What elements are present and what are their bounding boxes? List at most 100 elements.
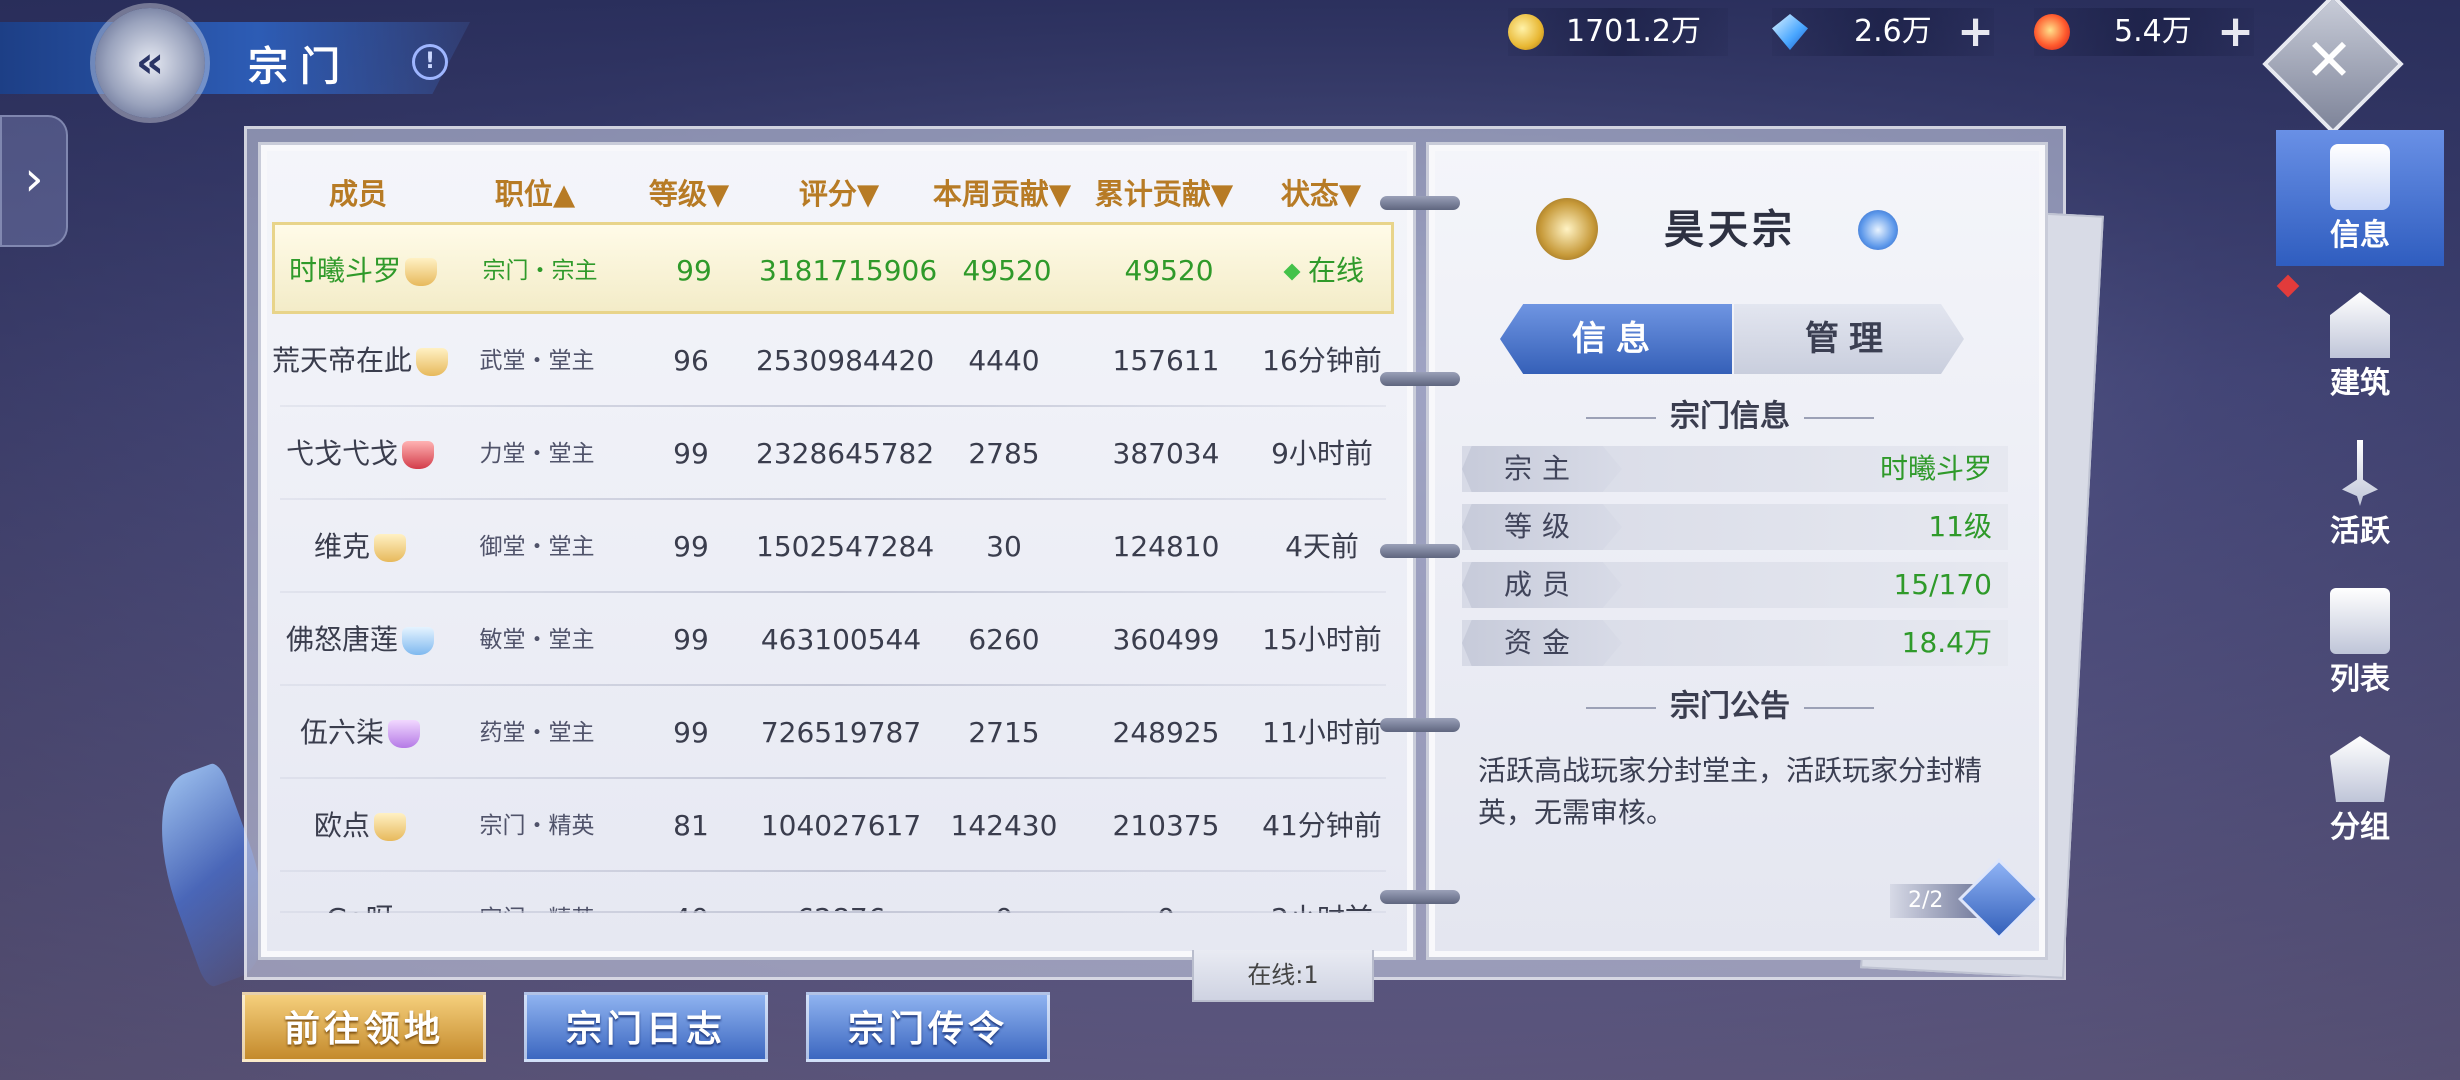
title-badge-icon <box>405 258 437 286</box>
member-position: 宗门・精英 <box>448 780 626 872</box>
add-diamond-button[interactable]: + <box>1957 8 1994 56</box>
col-total-contrib[interactable]: 累计贡献▼ <box>1080 168 1248 220</box>
table-row[interactable]: 荒天帝在此 武堂・堂主 96 2530984420 4440 157611 16分钟前 <box>272 315 1394 407</box>
member-total-contrib-text: 210375 <box>1112 809 1220 842</box>
member-week-contrib: 6260 <box>926 594 1082 686</box>
info-row-members: 成员 15/170 <box>1462 562 2008 608</box>
go-territory-button[interactable]: 前往领地 <box>242 992 486 1062</box>
member-status-text: 在线 <box>1307 254 1364 287</box>
member-status: 4天前 <box>1250 501 1394 593</box>
add-fire-button[interactable]: + <box>2217 8 2254 56</box>
member-position-text: 宗门・宗主 <box>482 258 598 284</box>
member-week-contrib: 49520 <box>929 225 1085 317</box>
member-total-contrib: 248925 <box>1082 687 1250 779</box>
member-level: 99 <box>629 225 759 317</box>
nav-group[interactable]: 分组 <box>2276 722 2444 858</box>
member-position: 药堂・堂主 <box>448 687 626 779</box>
member-level-text: 99 <box>676 254 712 287</box>
nav-list[interactable]: 列表 <box>2276 574 2444 710</box>
table-row[interactable]: 伍六柒 药堂・堂主 99 726519787 2715 248925 11小时前 <box>272 687 1394 779</box>
member-name: 伍六柒 <box>272 687 448 779</box>
member-status-text: 9小时前 <box>1271 437 1373 470</box>
activity-icon <box>2342 440 2378 506</box>
col-position[interactable]: 职位▲ <box>446 168 624 220</box>
col-score[interactable]: 评分▼ <box>754 168 924 220</box>
member-score: 3181715906 <box>759 225 937 317</box>
guild-tabs: 信息 管理 <box>1500 304 1964 374</box>
member-total-contrib: 387034 <box>1082 408 1250 500</box>
member-total-contrib: 49520 <box>1085 225 1253 317</box>
member-total-contrib: 210375 <box>1082 780 1250 872</box>
nav-label: 建筑 <box>2330 366 2390 401</box>
member-position: 宗门・精英 <box>448 873 626 913</box>
table-row[interactable]: 时曦斗罗 宗门・宗主 99 3181715906 49520 49520 在线 <box>272 222 1394 314</box>
member-total-contrib-text: 360499 <box>1112 623 1220 656</box>
member-score-text: 3181715906 <box>759 254 938 287</box>
title-badge-icon <box>416 348 449 376</box>
member-name: Gg呀 <box>272 873 448 913</box>
member-position-text: 宗门・精英 <box>479 813 595 839</box>
help-icon[interactable]: ! <box>412 44 448 80</box>
member-level: 99 <box>626 408 756 500</box>
nav-activity[interactable]: 活跃 <box>2276 426 2444 562</box>
row-divider <box>280 870 1386 872</box>
title-badge-icon <box>402 627 434 655</box>
fire-gem-icon <box>2034 14 2070 50</box>
member-level: 99 <box>626 594 756 686</box>
col-status[interactable]: 状态▼ <box>1248 168 1394 220</box>
title-badge-icon <box>374 534 406 562</box>
col-week-contrib[interactable]: 本周贡献▼ <box>924 168 1080 220</box>
member-position: 御堂・堂主 <box>448 501 626 593</box>
nav-building[interactable]: 建筑 <box>2276 278 2444 414</box>
member-level: 99 <box>626 501 756 593</box>
table-row[interactable]: 欧点 宗门・精英 81 104027617 142430 210375 41分钟前 <box>272 780 1394 872</box>
member-score: 463100544 <box>756 594 926 686</box>
guild-order-button[interactable]: 宗门传令 <box>806 992 1050 1062</box>
member-score: 726519787 <box>756 687 926 779</box>
member-total-contrib: 157611 <box>1082 315 1250 407</box>
member-status: 41分钟前 <box>1250 780 1394 872</box>
member-level: 81 <box>626 780 756 872</box>
member-week-contrib-text: 2785 <box>968 437 1040 470</box>
list-icon <box>2330 588 2390 654</box>
edit-name-icon[interactable] <box>1858 210 1898 250</box>
member-week-contrib: 2715 <box>926 687 1082 779</box>
member-score-text: 1502547284 <box>756 530 935 563</box>
info-label: 资金 <box>1462 620 1622 666</box>
online-indicator-icon <box>1283 263 1301 281</box>
member-week-contrib-text: 6260 <box>968 623 1040 656</box>
col-member[interactable]: 成员 <box>270 168 446 220</box>
table-row[interactable]: 佛怒唐莲 敏堂・堂主 99 463100544 6260 360499 15小时前 <box>272 594 1394 686</box>
info-label: 成员 <box>1462 562 1622 608</box>
back-button[interactable]: « <box>95 8 205 118</box>
member-position: 宗门・宗主 <box>451 225 629 317</box>
member-week-contrib: 0 <box>926 873 1082 913</box>
guild-log-button[interactable]: 宗门日志 <box>524 992 768 1062</box>
fire-currency: 5.4万 + <box>2034 8 2254 56</box>
side-expand-button[interactable]: › <box>0 115 68 247</box>
member-position-text: 药堂・堂主 <box>479 720 595 746</box>
member-level-text: 99 <box>673 530 709 563</box>
guild-notice-text: 活跃高战玩家分封堂主，活跃玩家分封精英，无需审核。 <box>1478 754 1983 829</box>
member-name: 维克 <box>272 501 448 593</box>
member-week-contrib: 2785 <box>926 408 1082 500</box>
member-level: 96 <box>626 315 756 407</box>
online-count: 在线:1 <box>1192 950 1374 1002</box>
table-row[interactable]: 维克 御堂・堂主 99 1502547284 30 124810 4天前 <box>272 501 1394 593</box>
tab-info[interactable]: 信息 <box>1500 304 1732 374</box>
member-score: 2328645782 <box>756 408 934 500</box>
gold-currency: 1701.2万 <box>1508 8 1728 56</box>
guild-notice-heading: 宗门公告 <box>1560 684 1900 730</box>
member-total-contrib-text: 387034 <box>1112 437 1220 470</box>
member-level-text: 99 <box>673 437 709 470</box>
member-score: 104027617 <box>756 780 926 872</box>
nav-info[interactable]: 信息 <box>2276 130 2444 266</box>
table-row[interactable]: Gg呀宗门・精英4062876002小时前 <box>272 873 1394 913</box>
member-name-text: 维克 <box>313 530 370 563</box>
col-level[interactable]: 等级▼ <box>624 168 754 220</box>
member-status-text: 11小时前 <box>1262 716 1382 749</box>
member-position: 敏堂・堂主 <box>448 594 626 686</box>
tab-manage[interactable]: 管理 <box>1734 304 1964 374</box>
member-total-contrib: 124810 <box>1082 501 1250 593</box>
table-row[interactable]: 弋戈弋戈 力堂・堂主 99 2328645782 2785 387034 9小时前 <box>272 408 1394 500</box>
